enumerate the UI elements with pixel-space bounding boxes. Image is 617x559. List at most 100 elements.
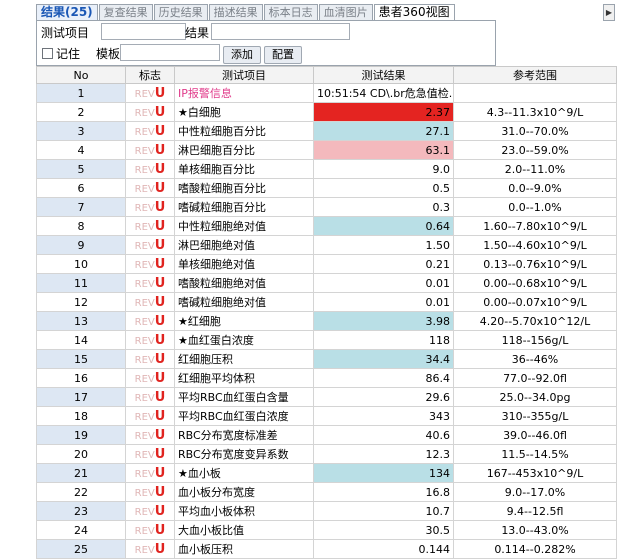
table-row[interactable]: 23 REVU 平均血小板体积 10.7 9.4--12.5fl [36,501,617,521]
add-button[interactable]: 添加 [223,46,261,64]
test-result-value[interactable]: 40.6 [313,425,454,445]
column-header-test-result[interactable]: 测试结果 [313,66,454,84]
table-row[interactable]: 1 REVU IP报警信息 10:51:54 CD\.br危急值检... [36,83,617,103]
rev-flag: REV [134,240,155,252]
flag-cell: REVU [125,330,175,350]
table-row[interactable]: 16 REVU 红细胞平均体积 86.4 77.0--92.0fl [36,368,617,388]
table-row[interactable]: 14 REVU ★血红蛋白浓度 118 118--156g/L [36,330,617,350]
test-result-value[interactable]: 0.21 [313,254,454,274]
u-flag: U [154,370,166,386]
table-row[interactable]: 20 REVU RBC分布宽度变异系数 12.3 11.5--14.5% [36,444,617,464]
test-result-value[interactable]: 134 [313,463,454,483]
test-item-name: 大血小板比值 [174,520,314,540]
flag-cell: REVU [125,463,175,483]
test-result-value[interactable]: 343 [313,406,454,426]
test-result-value[interactable]: 10.7 [313,501,454,521]
table-row[interactable]: 21 REVU ★血小板 134 167--453x10^9/L [36,463,617,483]
table-row[interactable]: 24 REVU 大血小板比值 30.5 13.0--43.0% [36,520,617,540]
table-row[interactable]: 7 REVU 嗜碱粒细胞百分比 0.3 0.0--1.0% [36,197,617,217]
tab-specimen-log[interactable]: 标本日志 [263,4,318,20]
test-item-name: 单核细胞百分比 [174,159,314,179]
tab-recheck-results[interactable]: 复查结果 [98,4,153,20]
test-result-value[interactable]: 0.144 [313,539,454,559]
template-input[interactable] [120,44,220,61]
test-result-value[interactable]: 34.4 [313,349,454,369]
test-item-name: RBC分布宽度标准差 [174,425,314,445]
table-row[interactable]: 6 REVU 嗜酸粒细胞百分比 0.5 0.0--9.0% [36,178,617,198]
table-row[interactable]: 19 REVU RBC分布宽度标准差 40.6 39.0--46.0fl [36,425,617,445]
table-row[interactable]: 18 REVU 平均RBC血红蛋白浓度 343 310--355g/L [36,406,617,426]
tab-description-results[interactable]: 描述结果 [208,4,263,20]
tab-patient-360-view[interactable]: 患者360视图 [373,4,455,20]
rev-flag: REV [134,221,155,233]
u-flag: U [154,427,166,443]
flag-cell: REVU [125,444,175,464]
table-row[interactable]: 3 REVU 中性粒细胞百分比 27.1 31.0--70.0% [36,121,617,141]
column-header-flag[interactable]: 标志 [125,66,175,84]
table-row[interactable]: 10 REVU 单核细胞绝对值 0.21 0.13--0.76x10^9/L [36,254,617,274]
test-result-value[interactable]: 118 [313,330,454,350]
table-row[interactable]: 11 REVU 嗜酸粒细胞绝对值 0.01 0.00--0.68x10^9/L [36,273,617,293]
remember-checkbox[interactable] [42,48,53,59]
row-number: 7 [36,197,126,217]
row-number: 8 [36,216,126,236]
tab-scroll-right-icon[interactable]: ▶ [603,4,615,21]
test-result-value[interactable]: 0.5 [313,178,454,198]
test-item-name: ★红细胞 [174,311,314,331]
table-row[interactable]: 15 REVU 红细胞压积 34.4 36--46% [36,349,617,369]
test-item-name: 平均RBC血红蛋白浓度 [174,406,314,426]
rev-flag: REV [134,183,155,195]
test-result-value[interactable]: 3.98 [313,311,454,331]
column-header-test-item[interactable]: 测试项目 [174,66,314,84]
table-row[interactable]: 4 REVU 淋巴细胞百分比 63.1 23.0--59.0% [36,140,617,160]
column-header-reference-range[interactable]: 参考范围 [453,66,617,84]
row-number: 6 [36,178,126,198]
u-flag: U [154,85,166,101]
test-item-input[interactable] [101,23,186,40]
test-result-value[interactable]: 0.01 [313,273,454,293]
test-result-value[interactable]: 63.1 [313,140,454,160]
column-header-no[interactable]: No [36,66,126,84]
result-input[interactable] [211,23,350,40]
test-item-name: 单核细胞绝对值 [174,254,314,274]
test-result-value[interactable]: 0.01 [313,292,454,312]
table-row[interactable]: 9 REVU 淋巴细胞绝对值 1.50 1.50--4.60x10^9/L [36,235,617,255]
table-row[interactable]: 8 REVU 中性粒细胞绝对值 0.64 1.60--7.80x10^9/L [36,216,617,236]
row-number: 17 [36,387,126,407]
test-result-value[interactable]: 27.1 [313,121,454,141]
table-row[interactable]: 25 REVU 血小板压积 0.144 0.114--0.282% [36,539,617,559]
flag-cell: REVU [125,539,175,559]
test-result-value[interactable]: 2.37 [313,102,454,122]
table-row[interactable]: 2 REVU ★白细胞 2.37 4.3--11.3x10^9/L [36,102,617,122]
tab-history-results[interactable]: 历史结果 [153,4,208,20]
row-number: 5 [36,159,126,179]
flag-cell: REVU [125,216,175,236]
tab-serum-images[interactable]: 血清图片 [318,4,373,20]
reference-range: 11.5--14.5% [453,444,617,464]
test-result-value[interactable]: 29.6 [313,387,454,407]
table-row[interactable]: 12 REVU 嗜碱粒细胞绝对值 0.01 0.00--0.07x10^9/L [36,292,617,312]
test-result-value[interactable]: 12.3 [313,444,454,464]
test-result-value[interactable]: 1.50 [313,235,454,255]
flag-cell: REVU [125,178,175,198]
rev-flag: REV [134,373,155,385]
test-result-value[interactable]: 16.8 [313,482,454,502]
test-result-value[interactable]: 30.5 [313,520,454,540]
flag-cell: REVU [125,349,175,369]
tab-results[interactable]: 结果(25) [36,4,98,20]
u-flag: U [154,180,166,196]
test-result-value[interactable]: 0.64 [313,216,454,236]
config-button[interactable]: 配置 [264,46,302,64]
table-row[interactable]: 17 REVU 平均RBC血红蛋白含量 29.6 25.0--34.0pg [36,387,617,407]
test-result-value[interactable]: 9.0 [313,159,454,179]
rev-flag: REV [134,259,155,271]
test-result-value[interactable]: 86.4 [313,368,454,388]
table-row[interactable]: 5 REVU 单核细胞百分比 9.0 2.0--11.0% [36,159,617,179]
rev-flag: REV [134,430,155,442]
u-flag: U [154,218,166,234]
reference-range: 0.0--9.0% [453,178,617,198]
table-row[interactable]: 22 REVU 血小板分布宽度 16.8 9.0--17.0% [36,482,617,502]
test-result-value[interactable]: 10:51:54 CD\.br危急值检... [313,83,454,103]
test-result-value[interactable]: 0.3 [313,197,454,217]
table-row[interactable]: 13 REVU ★红细胞 3.98 4.20--5.70x10^12/L [36,311,617,331]
